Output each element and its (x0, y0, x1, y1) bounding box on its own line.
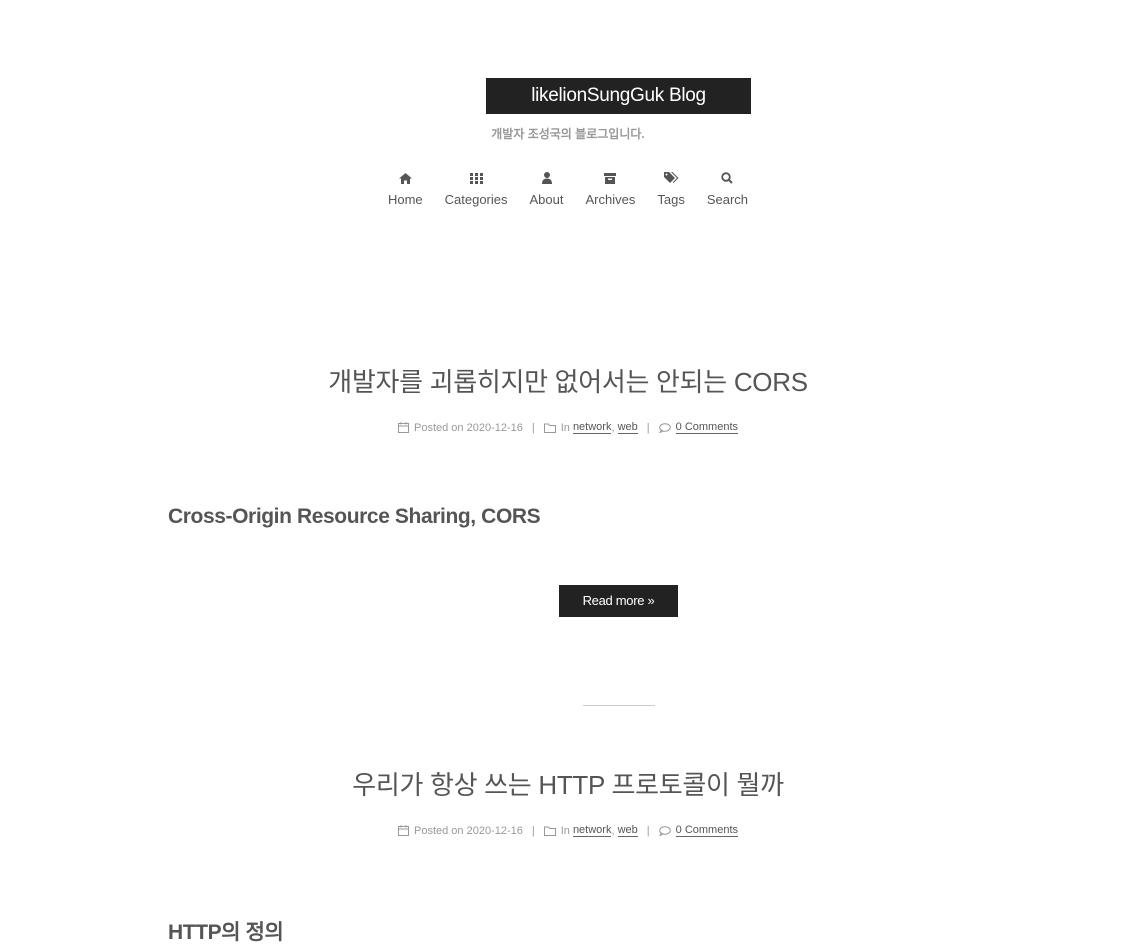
user-icon (541, 168, 552, 188)
comments-link[interactable]: 0 Comments (675, 421, 738, 434)
calendar-icon (398, 422, 409, 433)
post-meta: Posted on 2020-12-16 | In network , web … (0, 421, 1136, 434)
meta-separator: | (531, 421, 535, 434)
nav-item-archives[interactable]: Archives (585, 168, 636, 207)
meta-separator: | (646, 824, 650, 837)
comments-link[interactable]: 0 Comments (675, 824, 738, 837)
post-date: 2020-12-16 (466, 824, 523, 837)
category-in-label: In (560, 421, 570, 434)
folder-icon (543, 423, 556, 433)
post-title[interactable]: 우리가 항상 쓰는 HTTP 프로토콜이 뭘까 (0, 765, 1136, 802)
nav-item-label: Search (706, 192, 749, 207)
posted-prefix: Posted on (414, 824, 464, 837)
comment-icon (658, 825, 671, 836)
post-meta: Posted on 2020-12-16 | In network , web … (0, 824, 1136, 837)
post-divider (583, 705, 655, 706)
folder-icon (543, 826, 556, 836)
nav-item-search[interactable]: Search (707, 168, 748, 207)
calendar-icon (398, 825, 409, 836)
home-icon (398, 168, 412, 188)
category-in-label: In (560, 824, 570, 837)
category-link-web[interactable]: web (617, 421, 638, 434)
category-link-network[interactable]: network (572, 421, 612, 434)
nav-item-label: Archives (585, 192, 636, 207)
excerpt-heading: HTTP의 정의 (168, 921, 284, 944)
post-title[interactable]: 개발자를 괴롭히지만 없어서는 안되는 CORS (0, 362, 1136, 399)
tags-icon (663, 168, 679, 188)
category-link-web[interactable]: web (617, 824, 638, 837)
site-brand[interactable]: likelionSungGuk Blog (486, 78, 751, 114)
main-nav: Home Categories About Archives Tags Sear… (0, 168, 1136, 207)
excerpt-heading: Cross-Origin Resource Sharing, CORS (168, 505, 541, 528)
read-more-button[interactable]: Read more » (559, 585, 678, 617)
archive-icon (604, 168, 617, 188)
nav-item-tags[interactable]: Tags (657, 168, 685, 207)
category-link-network[interactable]: network (572, 824, 612, 837)
th-icon (469, 168, 483, 188)
nav-item-label: About (529, 192, 564, 207)
meta-separator: | (531, 824, 535, 837)
site-subtitle: 개발자 조성국의 블로그입니다. (491, 127, 645, 141)
post-date: 2020-12-16 (466, 421, 523, 434)
posted-prefix: Posted on (414, 421, 464, 434)
nav-item-label: Home (387, 192, 423, 207)
nav-item-about[interactable]: About (530, 168, 564, 207)
search-icon (721, 168, 734, 188)
nav-item-label: Tags (657, 192, 685, 207)
meta-separator: | (646, 421, 650, 434)
comment-icon (658, 422, 671, 433)
nav-item-categories[interactable]: Categories (445, 168, 508, 207)
nav-item-home[interactable]: Home (388, 168, 423, 207)
nav-item-label: Categories (444, 192, 508, 207)
